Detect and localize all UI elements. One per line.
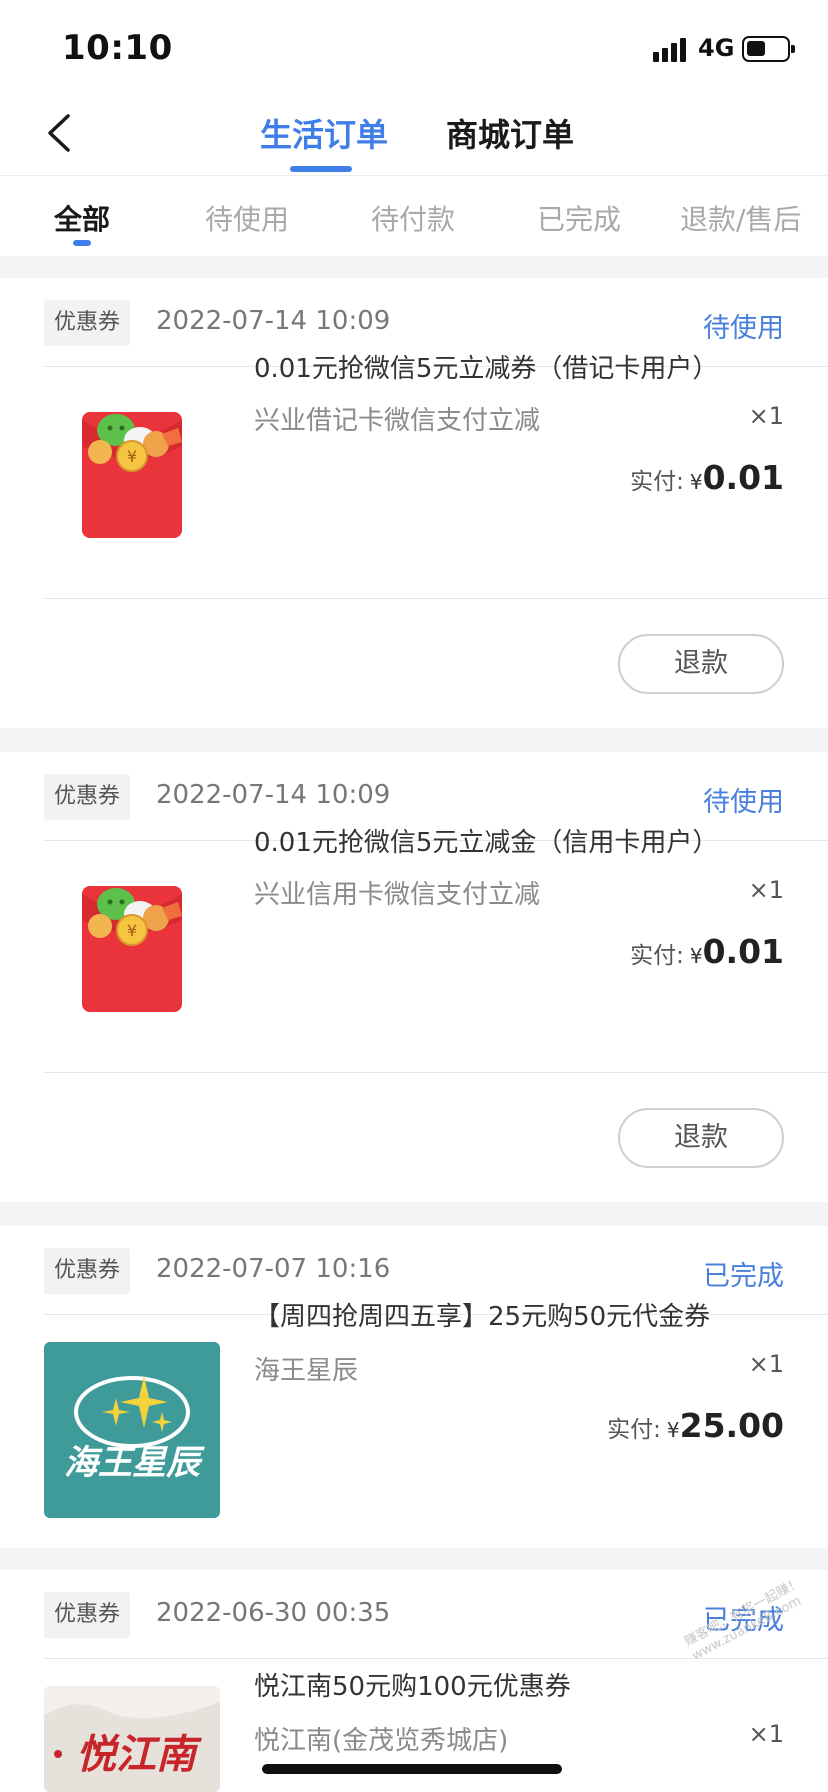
chevron-left-icon <box>48 114 70 152</box>
status-time: 10:10 <box>62 28 173 68</box>
divider <box>44 1658 828 1659</box>
paid-label: 实付: <box>630 943 684 969</box>
logo-text: 悦江南 <box>76 1731 202 1778</box>
order-card[interactable]: 优惠券 2022-07-14 10:09 待使用 ¥ 0.01元抢微信5元立减金… <box>0 752 828 1202</box>
svg-text:¥: ¥ <box>127 447 137 466</box>
order-time: 2022-07-14 10:09 <box>156 306 391 336</box>
order-type-tag: 优惠券 <box>44 774 131 820</box>
order-filter-tabs: 全部 待使用 待付款 已完成 退款/售后 <box>0 176 828 256</box>
filter-tab-to-pay[interactable]: 待付款 <box>371 198 455 238</box>
order-title: 0.01元抢微信5元立减金（信用卡用户） <box>254 828 719 858</box>
order-card[interactable]: 优惠券 2022-07-14 10:09 待使用 ¥ 0.01元抢微信5元立减券… <box>0 278 828 728</box>
wechat-red-envelope-icon: ¥ <box>44 386 220 562</box>
paid-amount: 实付: ¥0.01 <box>630 458 784 497</box>
network-type: 4G <box>698 34 735 62</box>
paid-amount: 实付: ¥0.01 <box>630 932 784 971</box>
tab-mall-orders[interactable]: 商城订单 <box>446 110 574 156</box>
order-quantity: ×1 <box>748 402 784 430</box>
currency-symbol: ¥ <box>689 944 703 968</box>
order-title: 悦江南50元购100元优惠券 <box>254 1672 571 1702</box>
order-quantity: ×1 <box>748 1350 784 1378</box>
refund-button[interactable]: 退款 <box>618 634 784 694</box>
home-indicator[interactable] <box>262 1764 562 1774</box>
amount-value: 25.00 <box>679 1406 784 1445</box>
order-time: 2022-06-30 00:35 <box>156 1598 391 1628</box>
order-status: 已完成 <box>703 1261 784 1292</box>
divider <box>44 598 828 599</box>
order-status: 待使用 <box>703 787 784 818</box>
order-card[interactable]: 优惠券 2022-07-07 10:16 已完成 海王星辰 【周四抢周四五享】2… <box>0 1226 828 1548</box>
tab-life-orders[interactable]: 生活订单 <box>260 110 388 156</box>
currency-symbol: ¥ <box>666 1418 680 1442</box>
paid-label: 实付: <box>607 1417 661 1443</box>
paid-amount: 实付: ¥25.00 <box>607 1406 784 1445</box>
order-merchant: 海王星辰 <box>254 1356 359 1386</box>
filter-tab-all[interactable]: 全部 <box>54 198 110 238</box>
order-time: 2022-07-07 10:16 <box>156 1254 391 1284</box>
currency-symbol: ¥ <box>689 470 703 494</box>
order-type-tag: 优惠券 <box>44 1592 131 1638</box>
nav-bar: 生活订单 商城订单 <box>0 92 828 176</box>
back-button[interactable] <box>40 110 80 156</box>
active-tab-indicator <box>290 166 352 172</box>
active-filter-indicator <box>73 240 91 246</box>
amount-value: 0.01 <box>702 458 784 497</box>
order-status: 待使用 <box>703 313 784 344</box>
wechat-red-envelope-icon: ¥ <box>44 860 220 1036</box>
order-title: 【周四抢周四五享】25元购50元代金券 <box>254 1302 711 1332</box>
order-merchant: 悦江南(金茂览秀城店) <box>254 1726 509 1756</box>
order-type-tag: 优惠券 <box>44 300 131 346</box>
logo-text: 海王星辰 <box>64 1443 205 1483</box>
filter-tab-refund[interactable]: 退款/售后 <box>680 198 801 238</box>
refund-button[interactable]: 退款 <box>618 1108 784 1168</box>
battery-icon <box>742 36 795 62</box>
status-bar: 10:10 4G <box>0 0 828 92</box>
order-quantity: ×1 <box>748 1720 784 1748</box>
order-title: 0.01元抢微信5元立减券（借记卡用户） <box>254 354 719 384</box>
filter-tab-completed[interactable]: 已完成 <box>537 198 621 238</box>
order-time: 2022-07-14 10:09 <box>156 780 391 810</box>
order-card[interactable]: 优惠券 2022-06-30 00:35 已完成 悦江南 悦江南50元购100元… <box>0 1570 828 1792</box>
filter-tab-to-use[interactable]: 待使用 <box>205 198 289 238</box>
paid-label: 实付: <box>630 469 684 495</box>
haiwang-xingchen-logo: 海王星辰 <box>44 1342 220 1518</box>
order-quantity: ×1 <box>748 876 784 904</box>
cellular-signal-icon <box>653 38 687 62</box>
yuejiangnan-logo: 悦江南 <box>44 1686 220 1792</box>
order-type-tag: 优惠券 <box>44 1248 131 1294</box>
divider <box>44 1072 828 1073</box>
svg-text:¥: ¥ <box>127 921 137 940</box>
order-merchant: 兴业信用卡微信支付立减 <box>254 880 541 910</box>
order-merchant: 兴业借记卡微信支付立减 <box>254 406 541 436</box>
amount-value: 0.01 <box>702 932 784 971</box>
